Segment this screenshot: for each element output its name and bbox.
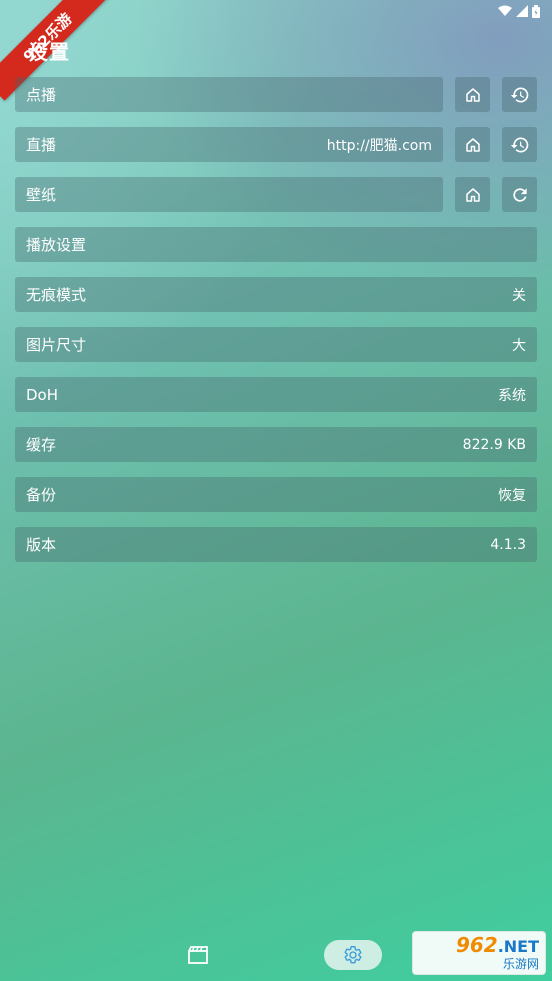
- setting-value: 822.9 KB: [462, 436, 526, 453]
- setting-label: 壁纸: [26, 186, 57, 204]
- settings-row-live: 直播 http://肥猫.com: [15, 127, 537, 162]
- setting-value: 大: [512, 337, 526, 354]
- setting-label: DoH: [26, 385, 59, 404]
- nav-settings-tab[interactable]: [324, 940, 382, 970]
- setting-backup[interactable]: 备份 恢复: [15, 477, 537, 512]
- settings-row-image-size: 图片尺寸 大: [15, 327, 537, 362]
- setting-cache[interactable]: 缓存 822.9 KB: [15, 427, 537, 462]
- setting-live[interactable]: 直播 http://肥猫.com: [15, 127, 443, 162]
- film-icon: [188, 946, 208, 964]
- setting-label: 播放设置: [26, 236, 87, 254]
- setting-label: 无痕模式: [26, 286, 87, 304]
- setting-label: 版本: [26, 536, 57, 554]
- setting-label: 图片尺寸: [26, 336, 87, 354]
- setting-version[interactable]: 版本 4.1.3: [15, 527, 537, 562]
- watermark-sub: 乐游网: [502, 957, 539, 971]
- setting-value: 关: [512, 287, 526, 304]
- home-icon: [465, 87, 480, 102]
- nav-film-tab[interactable]: [188, 946, 208, 968]
- vod-home-button[interactable]: [455, 77, 490, 112]
- wallpaper-refresh-button[interactable]: [502, 177, 537, 212]
- wifi-icon: [498, 5, 512, 16]
- settings-row-backup: 备份 恢复: [15, 477, 537, 512]
- live-home-button[interactable]: [455, 127, 490, 162]
- history-icon: [510, 87, 528, 102]
- settings-row-wallpaper: 壁纸: [15, 177, 537, 212]
- watermark-number: 962: [455, 933, 498, 957]
- watermark-net: .NET: [497, 937, 539, 956]
- signal-icon: [516, 5, 528, 17]
- setting-label: 点播: [26, 86, 57, 104]
- settings-row-version: 版本 4.1.3: [15, 527, 537, 562]
- setting-label: 直播: [26, 136, 57, 154]
- setting-value: 4.1.3: [490, 536, 526, 553]
- home-icon: [465, 137, 480, 152]
- live-history-button[interactable]: [502, 127, 537, 162]
- page-title: 设置: [28, 40, 70, 64]
- setting-doh[interactable]: DoH 系统: [15, 377, 537, 412]
- settings-row-incognito: 无痕模式 关: [15, 277, 537, 312]
- setting-playback[interactable]: 播放设置: [15, 227, 537, 262]
- settings-row-playback: 播放设置: [15, 227, 537, 262]
- settings-row-doh: DoH 系统: [15, 377, 537, 412]
- vod-history-button[interactable]: [502, 77, 537, 112]
- home-icon: [465, 187, 480, 202]
- setting-value: 恢复: [498, 487, 526, 504]
- setting-image-size[interactable]: 图片尺寸 大: [15, 327, 537, 362]
- settings-icon: [344, 945, 362, 964]
- setting-label: 备份: [26, 486, 57, 504]
- setting-incognito[interactable]: 无痕模式 关: [15, 277, 537, 312]
- watermark-logo: 962.NET 乐游网: [412, 931, 546, 975]
- settings-row-vod: 点播: [15, 77, 537, 112]
- setting-label: 缓存: [26, 436, 57, 454]
- wallpaper-home-button[interactable]: [455, 177, 490, 212]
- setting-value: 系统: [498, 387, 526, 404]
- setting-wallpaper[interactable]: 壁纸: [15, 177, 443, 212]
- setting-value: http://肥猫.com: [326, 137, 432, 154]
- settings-list: 点播 直播 http://肥猫.com 壁纸 播放设置 无痕模式 关 图片尺寸 …: [15, 77, 537, 577]
- history-icon: [510, 137, 528, 152]
- setting-vod[interactable]: 点播: [15, 77, 443, 112]
- settings-row-cache: 缓存 822.9 KB: [15, 427, 537, 462]
- status-bar: [498, 0, 540, 22]
- refresh-icon: [512, 187, 527, 202]
- battery-icon: [532, 4, 540, 18]
